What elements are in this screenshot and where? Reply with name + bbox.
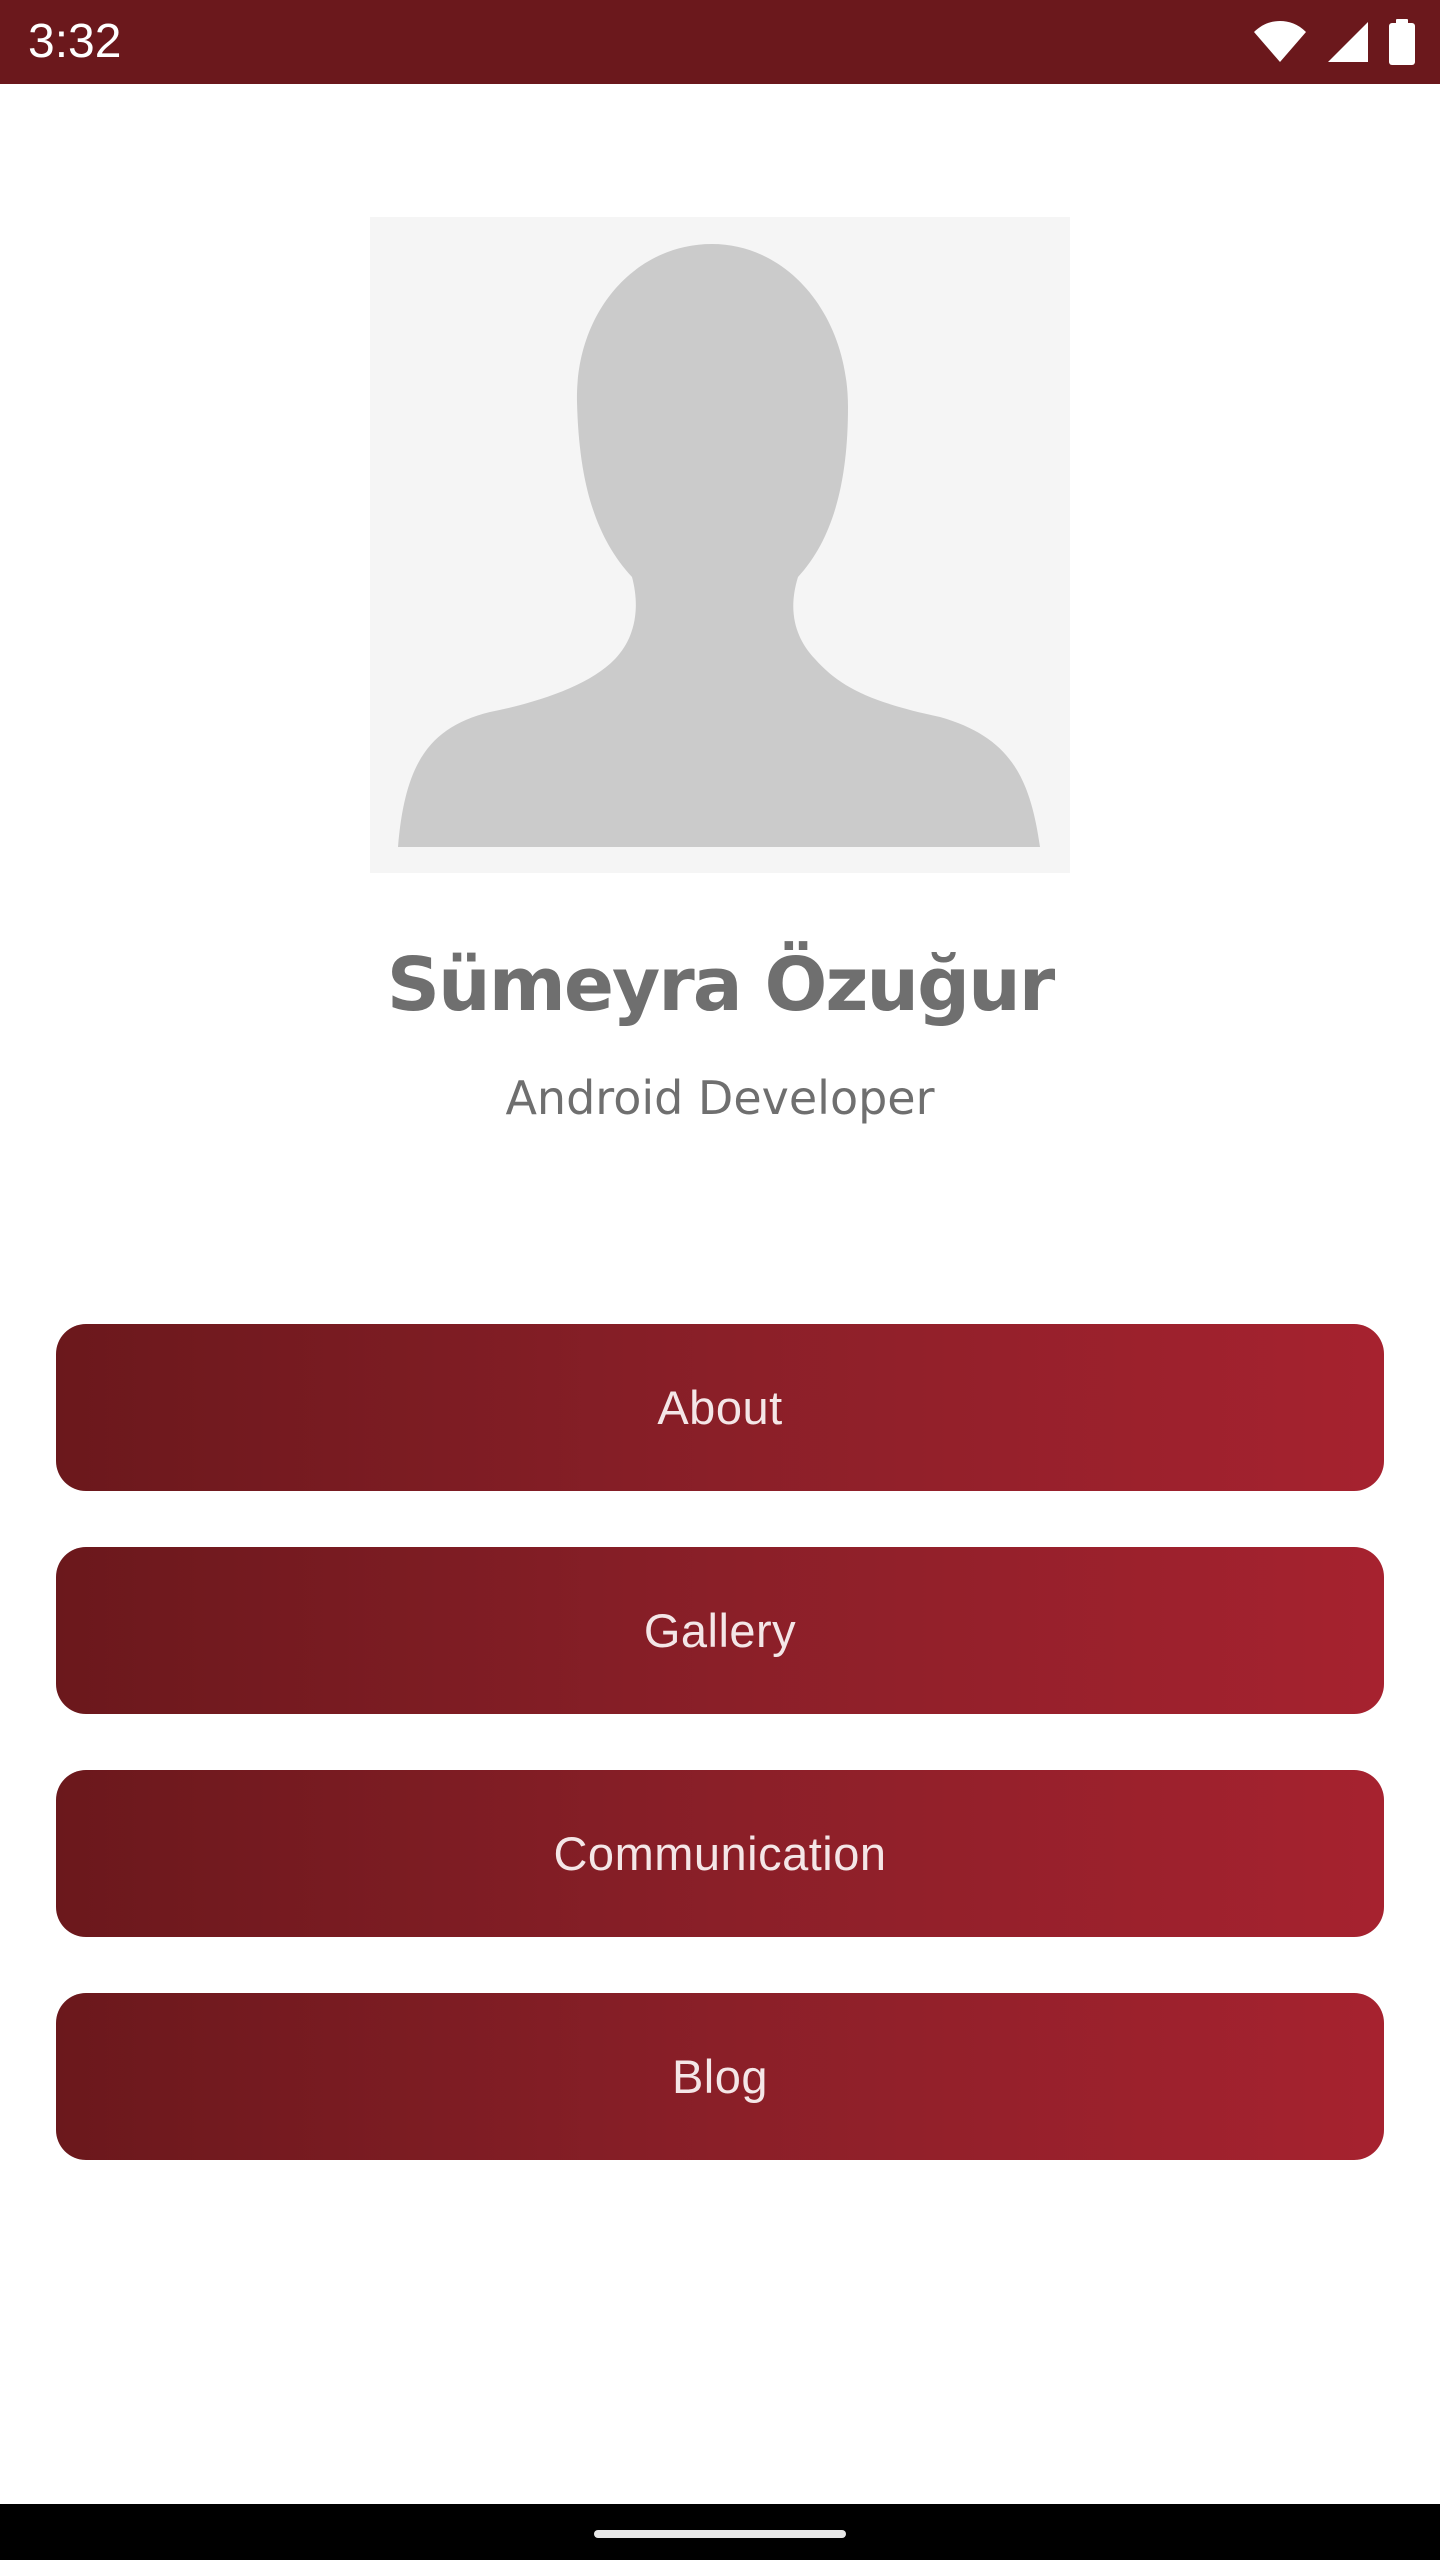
blog-button-label: Blog xyxy=(671,2050,769,2103)
profile-name: Sümeyra Özuğur xyxy=(386,942,1056,1028)
communication-button-label: Communication xyxy=(553,1827,887,1880)
avatar xyxy=(370,217,1070,873)
cellular-signal-icon xyxy=(1326,20,1370,64)
communication-button[interactable]: Communication xyxy=(56,1770,1384,1937)
status-icons xyxy=(1252,18,1416,66)
wifi-icon xyxy=(1252,20,1308,64)
status-time: 3:32 xyxy=(28,15,122,68)
gallery-button-label: Gallery xyxy=(643,1604,797,1657)
about-button[interactable]: About xyxy=(56,1324,1384,1491)
about-button-label: About xyxy=(657,1381,783,1434)
gallery-button[interactable]: Gallery xyxy=(56,1547,1384,1714)
status-bar: 3:32 xyxy=(0,0,1440,84)
profile-role: Android Developer xyxy=(505,1071,935,1125)
blog-button[interactable]: Blog xyxy=(56,1993,1384,2160)
person-silhouette-icon xyxy=(398,244,1040,847)
home-gesture-handle[interactable] xyxy=(594,2530,846,2538)
battery-icon xyxy=(1388,19,1416,65)
